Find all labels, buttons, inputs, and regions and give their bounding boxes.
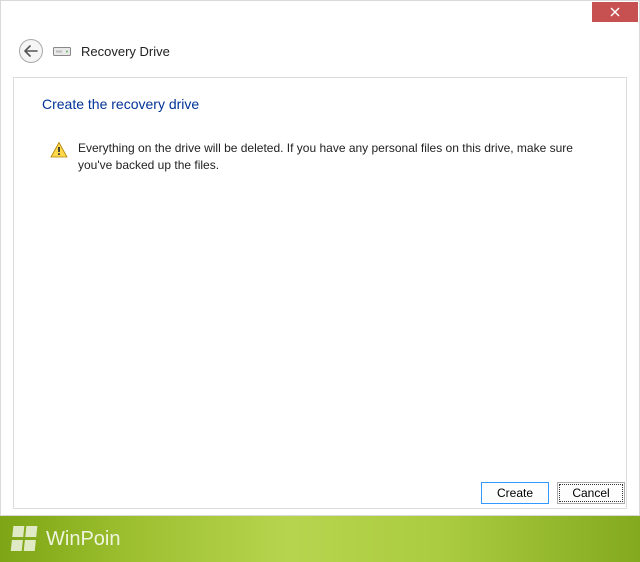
warning-icon [50,141,68,164]
watermark-strip: WinPoin [0,516,640,562]
create-button[interactable]: Create [481,482,549,504]
button-row: Create Cancel [481,482,625,504]
titlebar [1,1,639,29]
back-button[interactable] [19,39,43,63]
window-title: Recovery Drive [81,44,170,59]
close-button[interactable] [592,2,638,22]
cancel-button[interactable]: Cancel [557,482,625,504]
drive-icon [53,45,71,57]
watermark-text: WinPoin [46,528,120,551]
content-area: Create the recovery drive Everything on … [13,77,627,509]
warning-text: Everything on the drive will be deleted.… [78,140,578,175]
close-icon [610,7,620,17]
recovery-drive-window: Recovery Drive Create the recovery drive… [0,0,640,516]
back-arrow-icon [24,45,38,57]
warning-message: Everything on the drive will be deleted.… [50,140,578,175]
wizard-header: Recovery Drive [1,29,639,77]
page-heading: Create the recovery drive [42,96,598,112]
windows-logo-icon [11,526,40,552]
